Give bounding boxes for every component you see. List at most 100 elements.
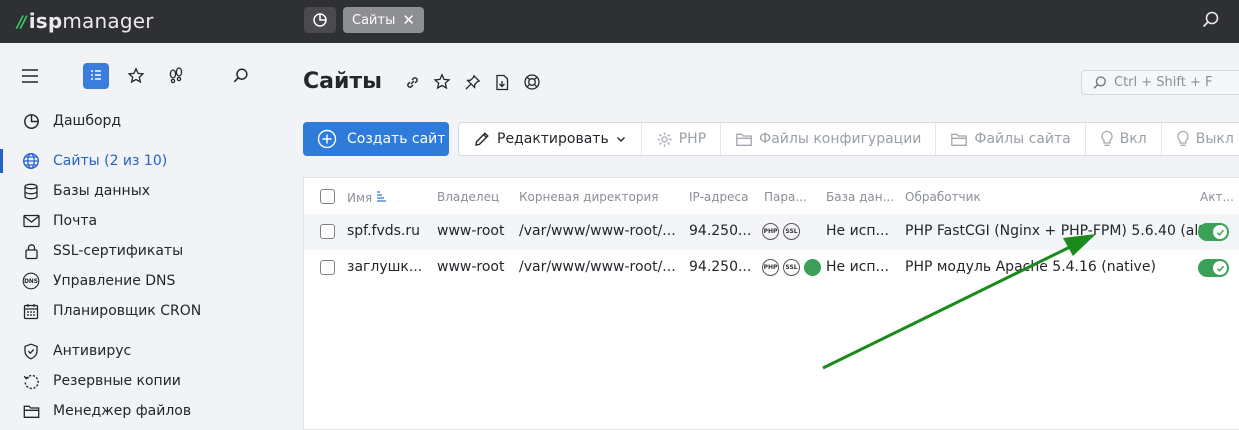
column-header-params[interactable]: Пара... — [764, 190, 807, 204]
sidebar-item-mail[interactable]: Почта — [0, 206, 273, 236]
row-checkbox[interactable] — [320, 224, 335, 239]
ispmanager-logo[interactable]: // ispmanager — [17, 9, 154, 33]
edit-button[interactable]: Редактировать — [459, 123, 642, 155]
search-icon — [1202, 11, 1219, 28]
disable-label: Выкл — [1195, 131, 1234, 147]
sidebar-item-dashboard[interactable]: Дашборд — [0, 106, 273, 136]
table-row[interactable]: spf.fvds.ru www-root /var/www/www-root/.… — [304, 214, 1239, 250]
sidebar-item-label: Резервные копии — [53, 373, 181, 389]
sidebar-item-dns[interactable]: DNS Управление DNS — [0, 266, 273, 296]
sidebar-item-label: Управление DNS — [53, 273, 176, 289]
title-actions — [403, 73, 541, 91]
logo-prefix: isp — [28, 9, 63, 33]
sidebar-item-ssl[interactable]: SSL-сертификаты — [0, 236, 273, 266]
hamburger-icon — [22, 69, 38, 83]
site-files-label: Файлы сайта — [974, 131, 1071, 147]
sidebar-item-sites[interactable]: Сайты (2 из 10) — [0, 146, 273, 176]
column-header-root[interactable]: Корневая директория — [519, 190, 658, 204]
sidebar-item-antivirus[interactable]: Антивирус — [0, 336, 273, 366]
help-icon[interactable] — [523, 73, 541, 91]
top-bar: // ispmanager Сайты ✕ — [0, 0, 1239, 43]
active-toggle[interactable] — [1198, 223, 1229, 241]
quick-search-input[interactable]: Ctrl + Shift + F — [1081, 70, 1239, 95]
column-header-owner[interactable]: Владелец — [437, 190, 499, 204]
ssl-badge-icon: SSL — [783, 259, 800, 276]
check-icon — [1216, 229, 1224, 236]
column-header-db[interactable]: База дан... — [826, 190, 894, 204]
column-header-name[interactable]: Имя — [347, 190, 387, 205]
config-files-label: Файлы конфигурации — [759, 131, 922, 147]
favorites-button[interactable] — [123, 63, 149, 89]
pencil-icon — [475, 132, 489, 146]
shield-icon — [22, 342, 40, 360]
sidebar-item-label: Менеджер файлов — [53, 403, 192, 419]
cell-root: /var/www/www-root/... — [519, 223, 676, 239]
link-icon[interactable] — [403, 73, 421, 91]
row-checkbox[interactable] — [320, 260, 335, 275]
create-site-label: Создать сайт — [347, 131, 446, 147]
cell-owner: www-root — [437, 223, 505, 239]
star-icon[interactable] — [433, 73, 451, 91]
sidebar-item-backups[interactable]: Резервные копии — [0, 366, 273, 396]
disable-button[interactable]: Выкл — [1162, 123, 1239, 155]
php-label: PHP — [678, 131, 707, 147]
footsteps-button[interactable] — [163, 63, 189, 89]
menu-button[interactable] — [17, 63, 43, 89]
enable-button[interactable]: Вкл — [1086, 123, 1162, 155]
search-icon — [233, 68, 248, 83]
pin-icon[interactable] — [463, 73, 481, 91]
close-icon[interactable]: ✕ — [402, 11, 415, 29]
sidebar-item-label: Сайты (2 из 10) — [53, 153, 168, 169]
sidebar-item-label: Дашборд — [53, 113, 122, 129]
sidebar-item-databases[interactable]: Базы данных — [0, 176, 273, 206]
folder-icon — [951, 133, 968, 146]
sidebar-item-file-manager[interactable]: Менеджер файлов — [0, 396, 273, 426]
table-header: Имя Владелец Корневая директория IP-адре… — [304, 178, 1239, 216]
sidebar-tools — [0, 63, 273, 89]
list-view-button[interactable] — [83, 63, 109, 89]
cell-params: PHP SSL — [762, 259, 825, 276]
cell-ip: 94.250... — [689, 223, 752, 239]
create-site-button[interactable]: Создать сайт — [303, 122, 449, 156]
mail-icon — [22, 212, 40, 230]
calendar-icon — [22, 302, 40, 320]
page-title: Сайты — [303, 69, 383, 94]
chevron-down-icon — [616, 137, 625, 142]
cell-root: /var/www/www-root/... — [519, 259, 676, 275]
toolbar-actions: Редактировать PHP Файлы конфигурации Фай… — [458, 122, 1239, 156]
cell-handler: PHP модуль Apache 5.4.16 (native) — [905, 259, 1156, 275]
table-row[interactable]: заглушк... www-root /var/www/www-root/..… — [304, 250, 1239, 286]
dns-icon: DNS — [22, 272, 40, 290]
php-button[interactable]: PHP — [642, 123, 722, 155]
tab-sites[interactable]: Сайты ✕ — [343, 7, 424, 33]
column-header-handler[interactable]: Обработчик — [905, 190, 981, 204]
sidebar-search-button[interactable] — [228, 63, 254, 89]
active-toggle[interactable] — [1198, 259, 1229, 277]
config-files-button[interactable]: Файлы конфигурации — [721, 123, 937, 155]
select-all-checkbox[interactable] — [320, 189, 335, 204]
global-search-button[interactable] — [1201, 10, 1223, 32]
column-header-active[interactable]: Акт... — [1200, 190, 1234, 204]
dashboard-tab-button[interactable] — [304, 7, 336, 33]
sort-icon — [377, 191, 387, 202]
sidebar-item-cron[interactable]: Планировщик CRON — [0, 296, 273, 326]
sidebar-item-label: Почта — [53, 213, 98, 229]
search-icon — [1093, 75, 1106, 89]
list-icon — [91, 70, 101, 80]
sidebar: Дашборд Сайты (2 из 10) Базы данных Почт… — [0, 43, 273, 430]
toolbar: Создать сайт Редактировать PHP Файлы кон… — [303, 122, 1239, 157]
tab-sites-label: Сайты — [352, 12, 396, 28]
certificate-icon — [22, 242, 40, 260]
plus-circle-icon — [317, 129, 337, 149]
column-header-ip[interactable]: IP-адреса — [689, 190, 748, 204]
cell-db: Не исп... — [826, 223, 889, 239]
star-icon — [127, 67, 145, 84]
dashboard-icon — [22, 112, 40, 130]
cell-name: spf.fvds.ru — [347, 223, 421, 239]
lightbulb-off-icon — [1177, 130, 1189, 146]
site-files-button[interactable]: Файлы сайта — [936, 123, 1086, 155]
ssl-badge-icon: SSL — [783, 223, 800, 240]
download-icon[interactable] — [493, 73, 511, 91]
cell-owner: www-root — [437, 259, 505, 275]
dashboard-icon — [313, 13, 327, 27]
